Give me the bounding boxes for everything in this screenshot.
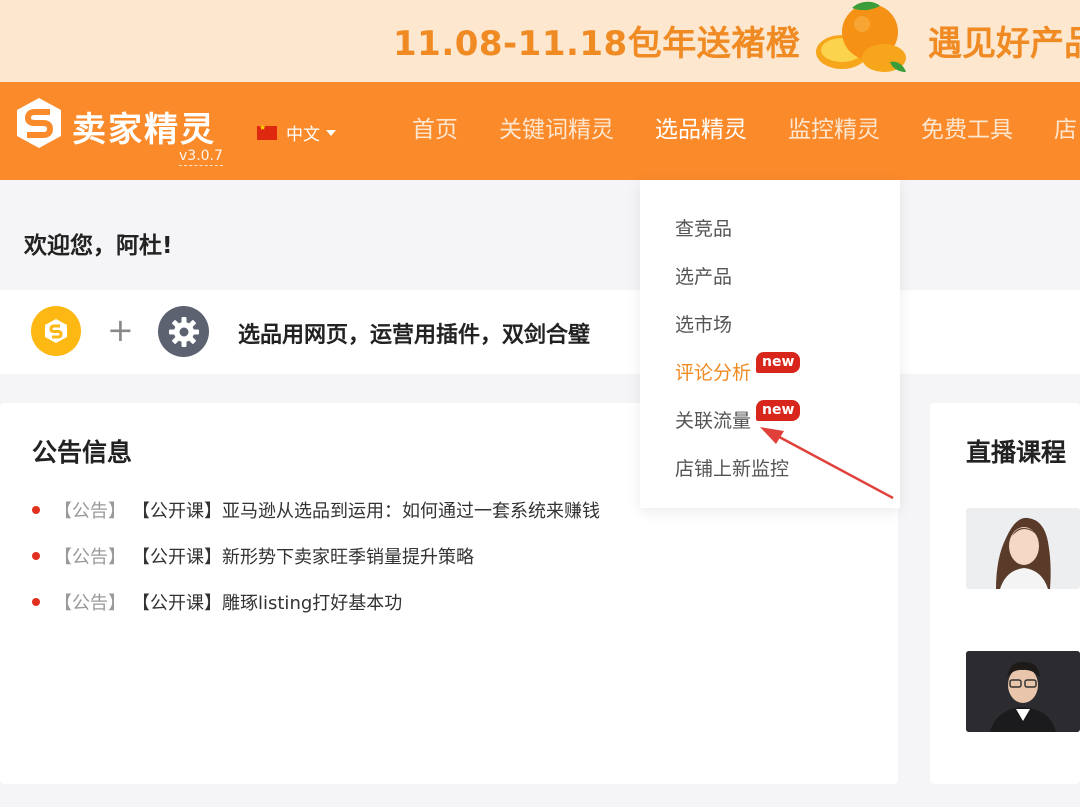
live-course-title: 直播课程 [966, 438, 1067, 467]
notice-title: 公告信息 [32, 438, 133, 467]
menu-item-review-analysis[interactable]: 评论分析 [675, 358, 751, 385]
chevron-down-icon [326, 129, 336, 136]
nav-item-store-truncated[interactable]: 店 [1054, 114, 1077, 146]
gear-icon [158, 306, 209, 357]
new-badge: new [756, 400, 801, 421]
orange-fruit-icon [816, 1, 906, 72]
menu-item-market[interactable]: 选市场 [675, 310, 732, 337]
nav-item-free-tools[interactable]: 免费工具 [921, 114, 1013, 146]
notice-link[interactable]: 【公开课】亚马逊从选品到运用：如何通过一套系统来赚钱 [132, 497, 600, 523]
bullet-dot-icon [32, 506, 40, 514]
notice-item[interactable]: 【公告】 【公开课】亚马逊从选品到运用：如何通过一套系统来赚钱 [32, 487, 600, 533]
nav-item-product-selection[interactable]: 选品精灵 [655, 114, 747, 146]
plugin-slogan: 选品用网页，运营用插件，双剑合璧 [238, 323, 591, 348]
menu-item-competitor[interactable]: 查竞品 [675, 214, 732, 241]
new-badge: new [756, 352, 801, 373]
nav-item-keyword[interactable]: 关键词精灵 [499, 114, 614, 146]
teacher-photo-female[interactable] [966, 508, 1080, 589]
welcome-message: 欢迎您，阿杜! [24, 233, 173, 259]
menu-item-store-new-monitor[interactable]: 店铺上新监控 [675, 454, 789, 481]
version-label[interactable]: v3.0.7 [179, 148, 223, 166]
brand-name[interactable]: 卖家精灵 [72, 102, 216, 151]
teacher-photo-male[interactable] [966, 651, 1080, 732]
notice-link[interactable]: 【公开课】新形势下卖家旺季销量提升策略 [132, 543, 474, 569]
nav-menu: 首页 关键词精灵 选品精灵 监控精灵 免费工具 店 [412, 114, 1080, 146]
menu-item-related-traffic[interactable]: 关联流量 [675, 406, 751, 433]
notice-tag: 【公告】 [54, 593, 126, 614]
product-selection-dropdown: 查竞品 选产品 选市场 评论分析 new 关联流量 new 店铺上新监控 [640, 180, 900, 508]
menu-item-product[interactable]: 选产品 [675, 262, 732, 289]
notice-item[interactable]: 【公告】 【公开课】新形势下卖家旺季销量提升策略 [32, 533, 600, 579]
promo-banner[interactable]: 11.08-11.18包年送褚橙 遇见好产品 [0, 0, 1080, 82]
seller-sprite-logo-icon [31, 306, 81, 356]
nav-item-home[interactable]: 首页 [412, 114, 458, 146]
bullet-dot-icon [32, 598, 40, 606]
language-label: 中文 [286, 125, 320, 145]
notice-list: 【公告】 【公开课】亚马逊从选品到运用：如何通过一套系统来赚钱 【公告】 【公开… [32, 487, 600, 625]
top-nav: 卖家精灵 v3.0.7 中文 首页 关键词精灵 选品精灵 监控精灵 免费工具 店 [0, 82, 1080, 180]
notice-item[interactable]: 【公告】 【公开课】雕琢listing打好基本功 [32, 579, 600, 625]
promo-tagline: 遇见好产品 [928, 24, 1080, 64]
nav-item-monitor[interactable]: 监控精灵 [788, 114, 880, 146]
plus-icon: + [107, 311, 134, 349]
language-selector[interactable]: 中文 [257, 120, 336, 145]
brand-logo-icon[interactable] [14, 96, 64, 150]
promo-date-text: 11.08-11.18包年送褚橙 [393, 24, 801, 64]
notice-link[interactable]: 【公开课】雕琢listing打好基本功 [132, 589, 402, 615]
notice-tag: 【公告】 [54, 501, 126, 522]
notice-tag: 【公告】 [54, 547, 126, 568]
china-flag-icon [257, 123, 277, 140]
bullet-dot-icon [32, 552, 40, 560]
